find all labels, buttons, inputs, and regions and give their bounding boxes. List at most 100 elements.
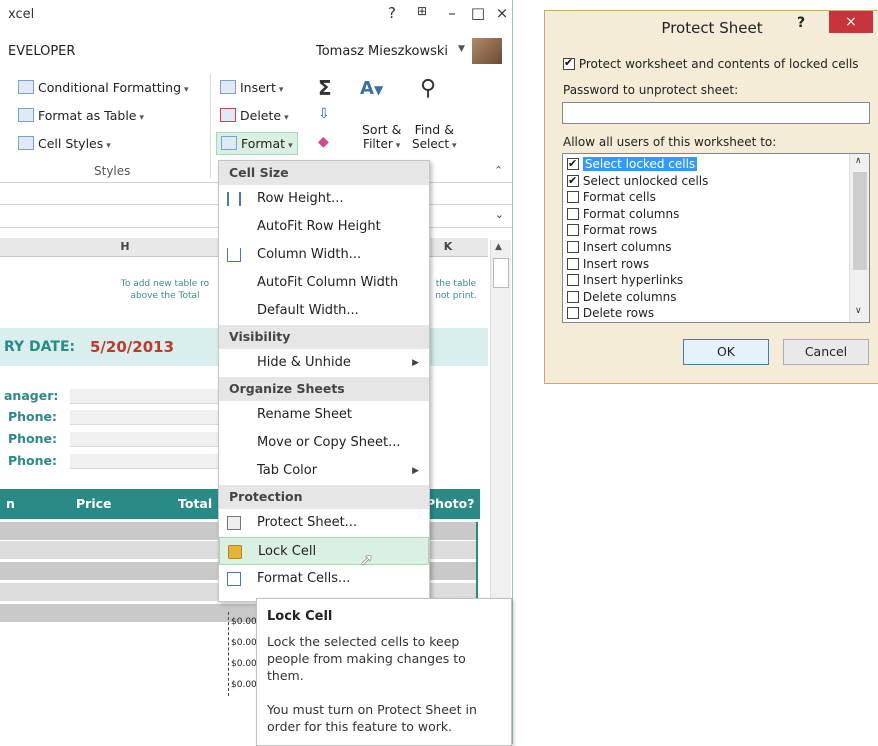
permission-label: Format cells: [582, 190, 656, 205]
permissions-scrollbar[interactable]: ∧ ∨: [849, 154, 869, 322]
permission-item[interactable]: Delete columns: [563, 289, 849, 306]
phone-field-2[interactable]: [70, 432, 218, 447]
ok-button[interactable]: OK: [683, 339, 769, 365]
permission-label: Insert rows: [582, 256, 650, 271]
expand-formula-icon[interactable]: ⌄: [495, 208, 504, 221]
avatar[interactable]: [472, 38, 502, 64]
date-label: RY DATE:: [4, 339, 76, 355]
permission-checkbox[interactable]: [567, 156, 579, 172]
permission-checkbox[interactable]: [567, 224, 579, 237]
window-title: xcel: [8, 7, 35, 22]
menu-item-row-height[interactable]: Row Height...: [219, 185, 429, 213]
permission-item[interactable]: Format rows: [563, 222, 849, 239]
permission-item[interactable]: Select unlocked cells: [563, 173, 849, 190]
menu-item-tab-color[interactable]: Tab Color ▶: [219, 457, 429, 485]
menu-item-default-width[interactable]: Default Width...: [219, 297, 429, 325]
dialog-help-button[interactable]: ?: [797, 15, 805, 31]
table-header-total[interactable]: Total: [178, 496, 212, 511]
menu-item-column-width[interactable]: Column Width...: [219, 241, 429, 269]
menu-item-hide-unhide[interactable]: Hide & Unhide ▶: [219, 349, 429, 377]
date-value[interactable]: 5/20/2013: [90, 338, 174, 356]
permission-checkbox[interactable]: [567, 307, 579, 320]
permission-item[interactable]: Insert hyperlinks: [563, 272, 849, 289]
password-label: Password to unprotect sheet:: [563, 83, 739, 97]
user-name[interactable]: Tomasz Mieszkowski: [316, 44, 448, 59]
ribbon-display-button[interactable]: ⊞: [410, 4, 434, 18]
user-chevron-icon[interactable]: ▼: [458, 44, 465, 54]
column-header-k[interactable]: K: [428, 238, 468, 257]
permission-label: Insert columns: [582, 239, 672, 254]
dialog-title-bar: Protect Sheet ? ×: [545, 11, 878, 45]
delete-button[interactable]: Delete ▾: [220, 108, 289, 123]
insert-button[interactable]: Insert ▾: [220, 80, 283, 95]
permission-checkbox[interactable]: [567, 257, 579, 270]
format-cells-icon: [221, 136, 237, 150]
permission-item[interactable]: Format columns: [563, 206, 849, 223]
permission-checkbox[interactable]: [567, 191, 579, 204]
fill-icon[interactable]: ⇩: [318, 106, 330, 122]
help-button[interactable]: ?: [380, 4, 404, 22]
permission-label: Select locked cells: [582, 157, 698, 171]
permission-checkbox[interactable]: [567, 274, 579, 287]
manager-field[interactable]: [70, 389, 218, 404]
scroll-thumb[interactable]: [853, 172, 867, 270]
password-input[interactable]: [562, 102, 870, 124]
insert-cells-icon: [220, 80, 236, 94]
tooltip-title: Lock Cell: [267, 609, 333, 624]
close-button[interactable]: ×: [490, 4, 512, 22]
cancel-button[interactable]: Cancel: [783, 339, 869, 365]
permissions-list: Select locked cells Select unlocked cell…: [562, 153, 870, 323]
tooltip-body: Lock the selected cells to keep people f…: [267, 634, 477, 734]
permission-checkbox[interactable]: [567, 240, 579, 253]
menu-item-protect-sheet[interactable]: Protect Sheet...: [219, 509, 429, 537]
menu-item-lock-cell[interactable]: Lock Cell ➚: [219, 537, 429, 569]
permission-checkbox[interactable]: [567, 290, 579, 303]
table-header-price[interactable]: Price: [76, 496, 112, 511]
menu-item-rename-sheet[interactable]: Rename Sheet: [219, 401, 429, 429]
find-select-button[interactable]: Find & Select ▾: [412, 122, 457, 151]
column-header-h[interactable]: H: [60, 238, 190, 257]
permission-label: Delete columns: [582, 289, 677, 304]
checkbox[interactable]: [563, 56, 575, 70]
dialog-close-button[interactable]: ×: [829, 11, 873, 33]
format-button[interactable]: Format ▾: [216, 132, 298, 155]
cell-styles-button[interactable]: Cell Styles ▾: [18, 136, 111, 151]
clear-icon[interactable]: ◆: [318, 134, 329, 150]
collapse-ribbon-icon[interactable]: ⌃: [494, 164, 503, 177]
sort-filter-button[interactable]: Sort & Filter ▾: [362, 122, 401, 151]
title-bar: xcel ? ⊞ – □ ×: [0, 0, 512, 30]
permission-item[interactable]: Format cells: [563, 189, 849, 206]
submenu-arrow-icon: ▶: [412, 358, 419, 368]
maximize-button[interactable]: □: [466, 4, 490, 22]
permission-item[interactable]: Select locked cells: [563, 156, 849, 173]
lock-cell-tooltip: Lock Cell Lock the selected cells to kee…: [256, 598, 512, 746]
scroll-thumb[interactable]: [493, 258, 509, 288]
scroll-up-icon[interactable]: ∧: [855, 156, 862, 166]
tab-developer[interactable]: EVELOPER: [8, 44, 75, 59]
phone-label-1: Phone:: [8, 409, 58, 424]
conditional-formatting-icon: [18, 80, 34, 94]
autosum-icon[interactable]: Σ: [318, 76, 332, 100]
section-cell-size: Cell Size: [219, 161, 429, 185]
menu-item-format-cells[interactable]: Format Cells...: [219, 565, 429, 587]
table-header-photo[interactable]: Photo?: [426, 496, 474, 511]
conditional-formatting-button[interactable]: Conditional Formatting ▾: [18, 80, 189, 95]
permission-item[interactable]: Delete rows: [563, 305, 849, 322]
permission-checkbox[interactable]: [567, 207, 579, 220]
phone-field-1[interactable]: [70, 410, 218, 425]
format-as-table-button[interactable]: Format as Table ▾: [18, 108, 144, 123]
menu-item-autofit-column[interactable]: AutoFit Column Width: [219, 269, 429, 297]
permission-item[interactable]: Insert rows: [563, 256, 849, 273]
protect-contents-checkbox[interactable]: Protect worksheet and contents of locked…: [563, 56, 859, 71]
scroll-down-icon[interactable]: ∨: [855, 306, 862, 316]
scroll-up-icon[interactable]: ▲: [495, 242, 502, 252]
submenu-arrow-icon: ▶: [412, 466, 419, 476]
table-header-item[interactable]: n: [6, 496, 15, 511]
menu-item-move-copy[interactable]: Move or Copy Sheet...: [219, 429, 429, 457]
permission-item[interactable]: Insert columns: [563, 239, 849, 256]
row-height-icon: [227, 192, 241, 206]
menu-item-autofit-row[interactable]: AutoFit Row Height: [219, 213, 429, 241]
phone-field-3[interactable]: [70, 454, 218, 469]
minimize-button[interactable]: –: [440, 4, 464, 22]
permission-checkbox[interactable]: [567, 173, 579, 189]
